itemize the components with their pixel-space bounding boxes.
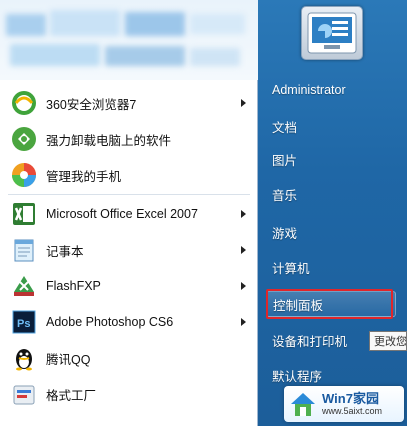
watermark-url: www.5aixt.com bbox=[322, 405, 383, 416]
excel-icon bbox=[8, 199, 40, 229]
program-notepad[interactable]: 记事本 bbox=[0, 232, 258, 268]
right-item-pictures[interactable]: 图片 bbox=[266, 146, 396, 172]
360-browser-icon bbox=[8, 88, 40, 118]
program-label: 管理我的手机 bbox=[46, 169, 122, 184]
qq-icon bbox=[8, 343, 40, 373]
right-item-label: 设备和打印机 bbox=[272, 334, 348, 349]
program-label: 记事本 bbox=[46, 244, 84, 259]
user-picture-tile[interactable] bbox=[301, 6, 363, 60]
program-excel-2007[interactable]: Microsoft Office Excel 2007 bbox=[0, 196, 258, 232]
program-label: 360安全浏览器7 bbox=[46, 97, 137, 112]
right-item-label: 文档 bbox=[272, 120, 298, 135]
notepad-icon bbox=[8, 235, 40, 265]
right-item-label: 默认程序 bbox=[272, 369, 323, 384]
program-phone-manager[interactable]: 管理我的手机 bbox=[0, 157, 258, 193]
submenu-arrow-icon[interactable] bbox=[241, 282, 246, 290]
program-flashfxp[interactable]: FlashFXP bbox=[0, 268, 258, 304]
submenu-arrow-icon[interactable] bbox=[241, 99, 246, 107]
house-logo-icon bbox=[291, 393, 315, 416]
program-tencent-qq[interactable]: 腾讯QQ bbox=[0, 340, 258, 376]
right-item-music[interactable]: 音乐 bbox=[266, 181, 396, 207]
right-item-default-programs[interactable]: 默认程序 bbox=[266, 362, 396, 388]
photoshop-icon: Ps bbox=[8, 307, 40, 337]
program-label: Microsoft Office Excel 2007 bbox=[46, 207, 198, 221]
start-menu-programs-panel: 360安全浏览器7 强力卸载电脑上的软件 管理我的手机 Microsoft Of… bbox=[0, 0, 258, 426]
phone-manager-icon bbox=[8, 160, 40, 190]
program-uninstall-software[interactable]: 强力卸载电脑上的软件 bbox=[0, 121, 258, 157]
user-picture-icon bbox=[307, 12, 357, 54]
pinned-programs-blurred bbox=[0, 0, 258, 80]
svg-text:Ps: Ps bbox=[17, 318, 30, 330]
flashfxp-icon bbox=[8, 271, 40, 301]
right-item-label: 音乐 bbox=[272, 188, 298, 203]
uninstall-software-icon bbox=[8, 124, 40, 154]
submenu-arrow-icon[interactable] bbox=[241, 246, 246, 254]
right-item-label: 图片 bbox=[272, 153, 298, 168]
program-label: 腾讯QQ bbox=[46, 352, 91, 367]
watermark-title: Win7家园 bbox=[322, 390, 379, 406]
submenu-arrow-icon[interactable] bbox=[241, 210, 246, 218]
right-item-games[interactable]: 游戏 bbox=[266, 219, 396, 245]
menu-divider bbox=[8, 194, 250, 195]
tooltip-text: 更改您 bbox=[374, 336, 407, 348]
tooltip: 更改您 bbox=[369, 331, 407, 351]
program-label: 强力卸载电脑上的软件 bbox=[46, 133, 172, 148]
submenu-arrow-icon[interactable] bbox=[241, 318, 246, 326]
right-item-computer[interactable]: 计算机 bbox=[266, 254, 396, 280]
program-format-factory[interactable]: 格式工厂 bbox=[0, 376, 258, 412]
right-item-label: Administrator bbox=[272, 83, 346, 97]
highlight-box bbox=[266, 289, 393, 319]
watermark-logo: Win7家园 www.5aixt.com bbox=[284, 386, 404, 422]
program-label: 格式工厂 bbox=[46, 388, 97, 403]
program-label: Adobe Photoshop CS6 bbox=[46, 315, 174, 329]
program-360-browser[interactable]: 360安全浏览器7 bbox=[0, 85, 258, 121]
program-label: FlashFXP bbox=[46, 279, 101, 293]
format-factory-icon bbox=[8, 379, 40, 409]
right-item-documents[interactable]: 文档 bbox=[266, 113, 396, 139]
right-item-user[interactable]: Administrator bbox=[266, 77, 396, 103]
right-item-label: 游戏 bbox=[272, 226, 298, 241]
right-item-label: 计算机 bbox=[272, 261, 310, 276]
program-photoshop-cs6[interactable]: Ps Adobe Photoshop CS6 bbox=[0, 304, 258, 340]
